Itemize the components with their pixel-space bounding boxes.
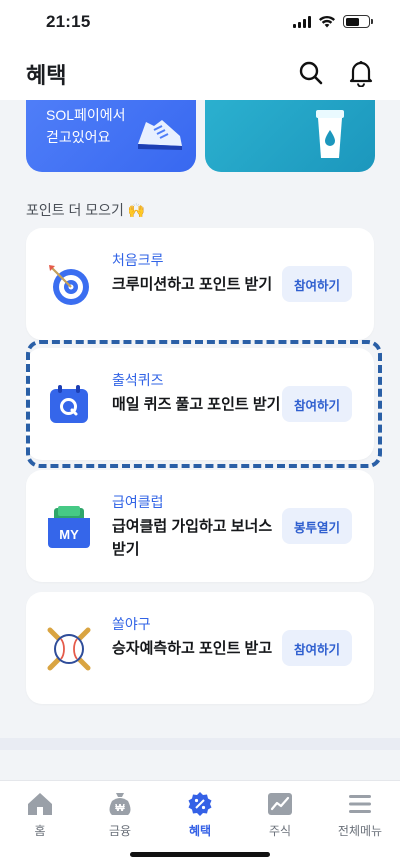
section-title: 포인트 더 모으기 🙌 — [26, 202, 146, 218]
join-button[interactable]: 참여하기 — [282, 386, 352, 422]
banner-text-content: SOL페이에서 걷고있어요 — [46, 107, 126, 145]
tab-stock[interactable]: 주식 — [240, 791, 320, 839]
tab-all-menu[interactable]: 전체메뉴 — [320, 791, 400, 839]
tab-home[interactable]: 홈 — [0, 791, 80, 839]
wallet-icon: MY — [46, 504, 92, 550]
tab-finance[interactable]: ₩ 금융 — [80, 791, 160, 839]
tab-label: 홈 — [34, 824, 46, 838]
target-icon — [46, 262, 92, 308]
banner-coffee[interactable] — [205, 100, 375, 172]
status-bar: 21:15 — [0, 0, 400, 46]
baseball-icon — [46, 626, 92, 672]
cellular-signal-icon — [293, 15, 311, 28]
wifi-icon — [319, 15, 335, 28]
card-category: 쏠야구 — [112, 616, 151, 632]
open-envelope-button[interactable]: 봉투열기 — [282, 508, 352, 544]
coffee-cup-icon — [316, 110, 344, 158]
tab-benefit[interactable]: 혜택 — [160, 791, 240, 839]
search-icon[interactable] — [296, 58, 326, 88]
quiz-calendar-icon — [46, 382, 92, 428]
status-time: 21:15 — [46, 12, 91, 31]
tab-label: 금융 — [108, 824, 132, 838]
card-title: 크루미션하고 포인트 받기 — [112, 276, 273, 293]
tab-label: 혜택 — [188, 824, 212, 838]
card-title: 급여클럽 가입하고 보너스 받기 — [112, 518, 273, 558]
card-crew-mission[interactable]: 처음크루 크루미션하고 포인트 받기 참여하기 — [26, 228, 374, 340]
card-title: 승자예측하고 포인트 받고 — [112, 640, 273, 657]
svg-text:₩: ₩ — [115, 803, 125, 814]
sneaker-icon — [138, 120, 182, 150]
page-title: 혜택 — [26, 63, 67, 88]
join-button[interactable]: 참여하기 — [282, 630, 352, 666]
card-title: 매일 퀴즈 풀고 포인트 받기 — [112, 396, 281, 413]
card-sol-baseball[interactable]: 쏠야구 승자예측하고 포인트 받고 참여하기 — [26, 592, 374, 704]
stock-chart-icon — [268, 793, 292, 815]
home-icon — [28, 793, 52, 815]
tab-label: 주식 — [268, 824, 292, 838]
banner-sol-pay-walk[interactable]: SOL페이에서 걷고있어요 — [26, 100, 196, 172]
content-footer-band — [0, 738, 400, 750]
banner-text: SOL페이에서 걷고있어요 — [46, 104, 126, 148]
card-category: 출석퀴즈 — [112, 372, 164, 388]
tab-label: 전체메뉴 — [337, 824, 383, 838]
status-icons — [293, 15, 373, 28]
join-button[interactable]: 참여하기 — [282, 266, 352, 302]
menu-icon — [349, 795, 371, 813]
card-salary-club[interactable]: MY 급여클럽 급여클럽 가입하고 보너스 받기 봉투열기 — [26, 470, 374, 582]
battery-icon — [343, 15, 373, 28]
card-category: 급여클럽 — [112, 494, 164, 510]
card-attendance-quiz[interactable]: 출석퀴즈 매일 퀴즈 풀고 포인트 받기 참여하기 — [26, 348, 374, 460]
svg-text:MY: MY — [59, 527, 79, 542]
header: 혜택 — [0, 46, 400, 100]
benefit-icon — [188, 792, 212, 816]
money-bag-icon: ₩ — [109, 793, 131, 815]
home-indicator — [130, 852, 270, 857]
card-category: 처음크루 — [112, 252, 164, 268]
bell-icon[interactable] — [346, 58, 376, 88]
